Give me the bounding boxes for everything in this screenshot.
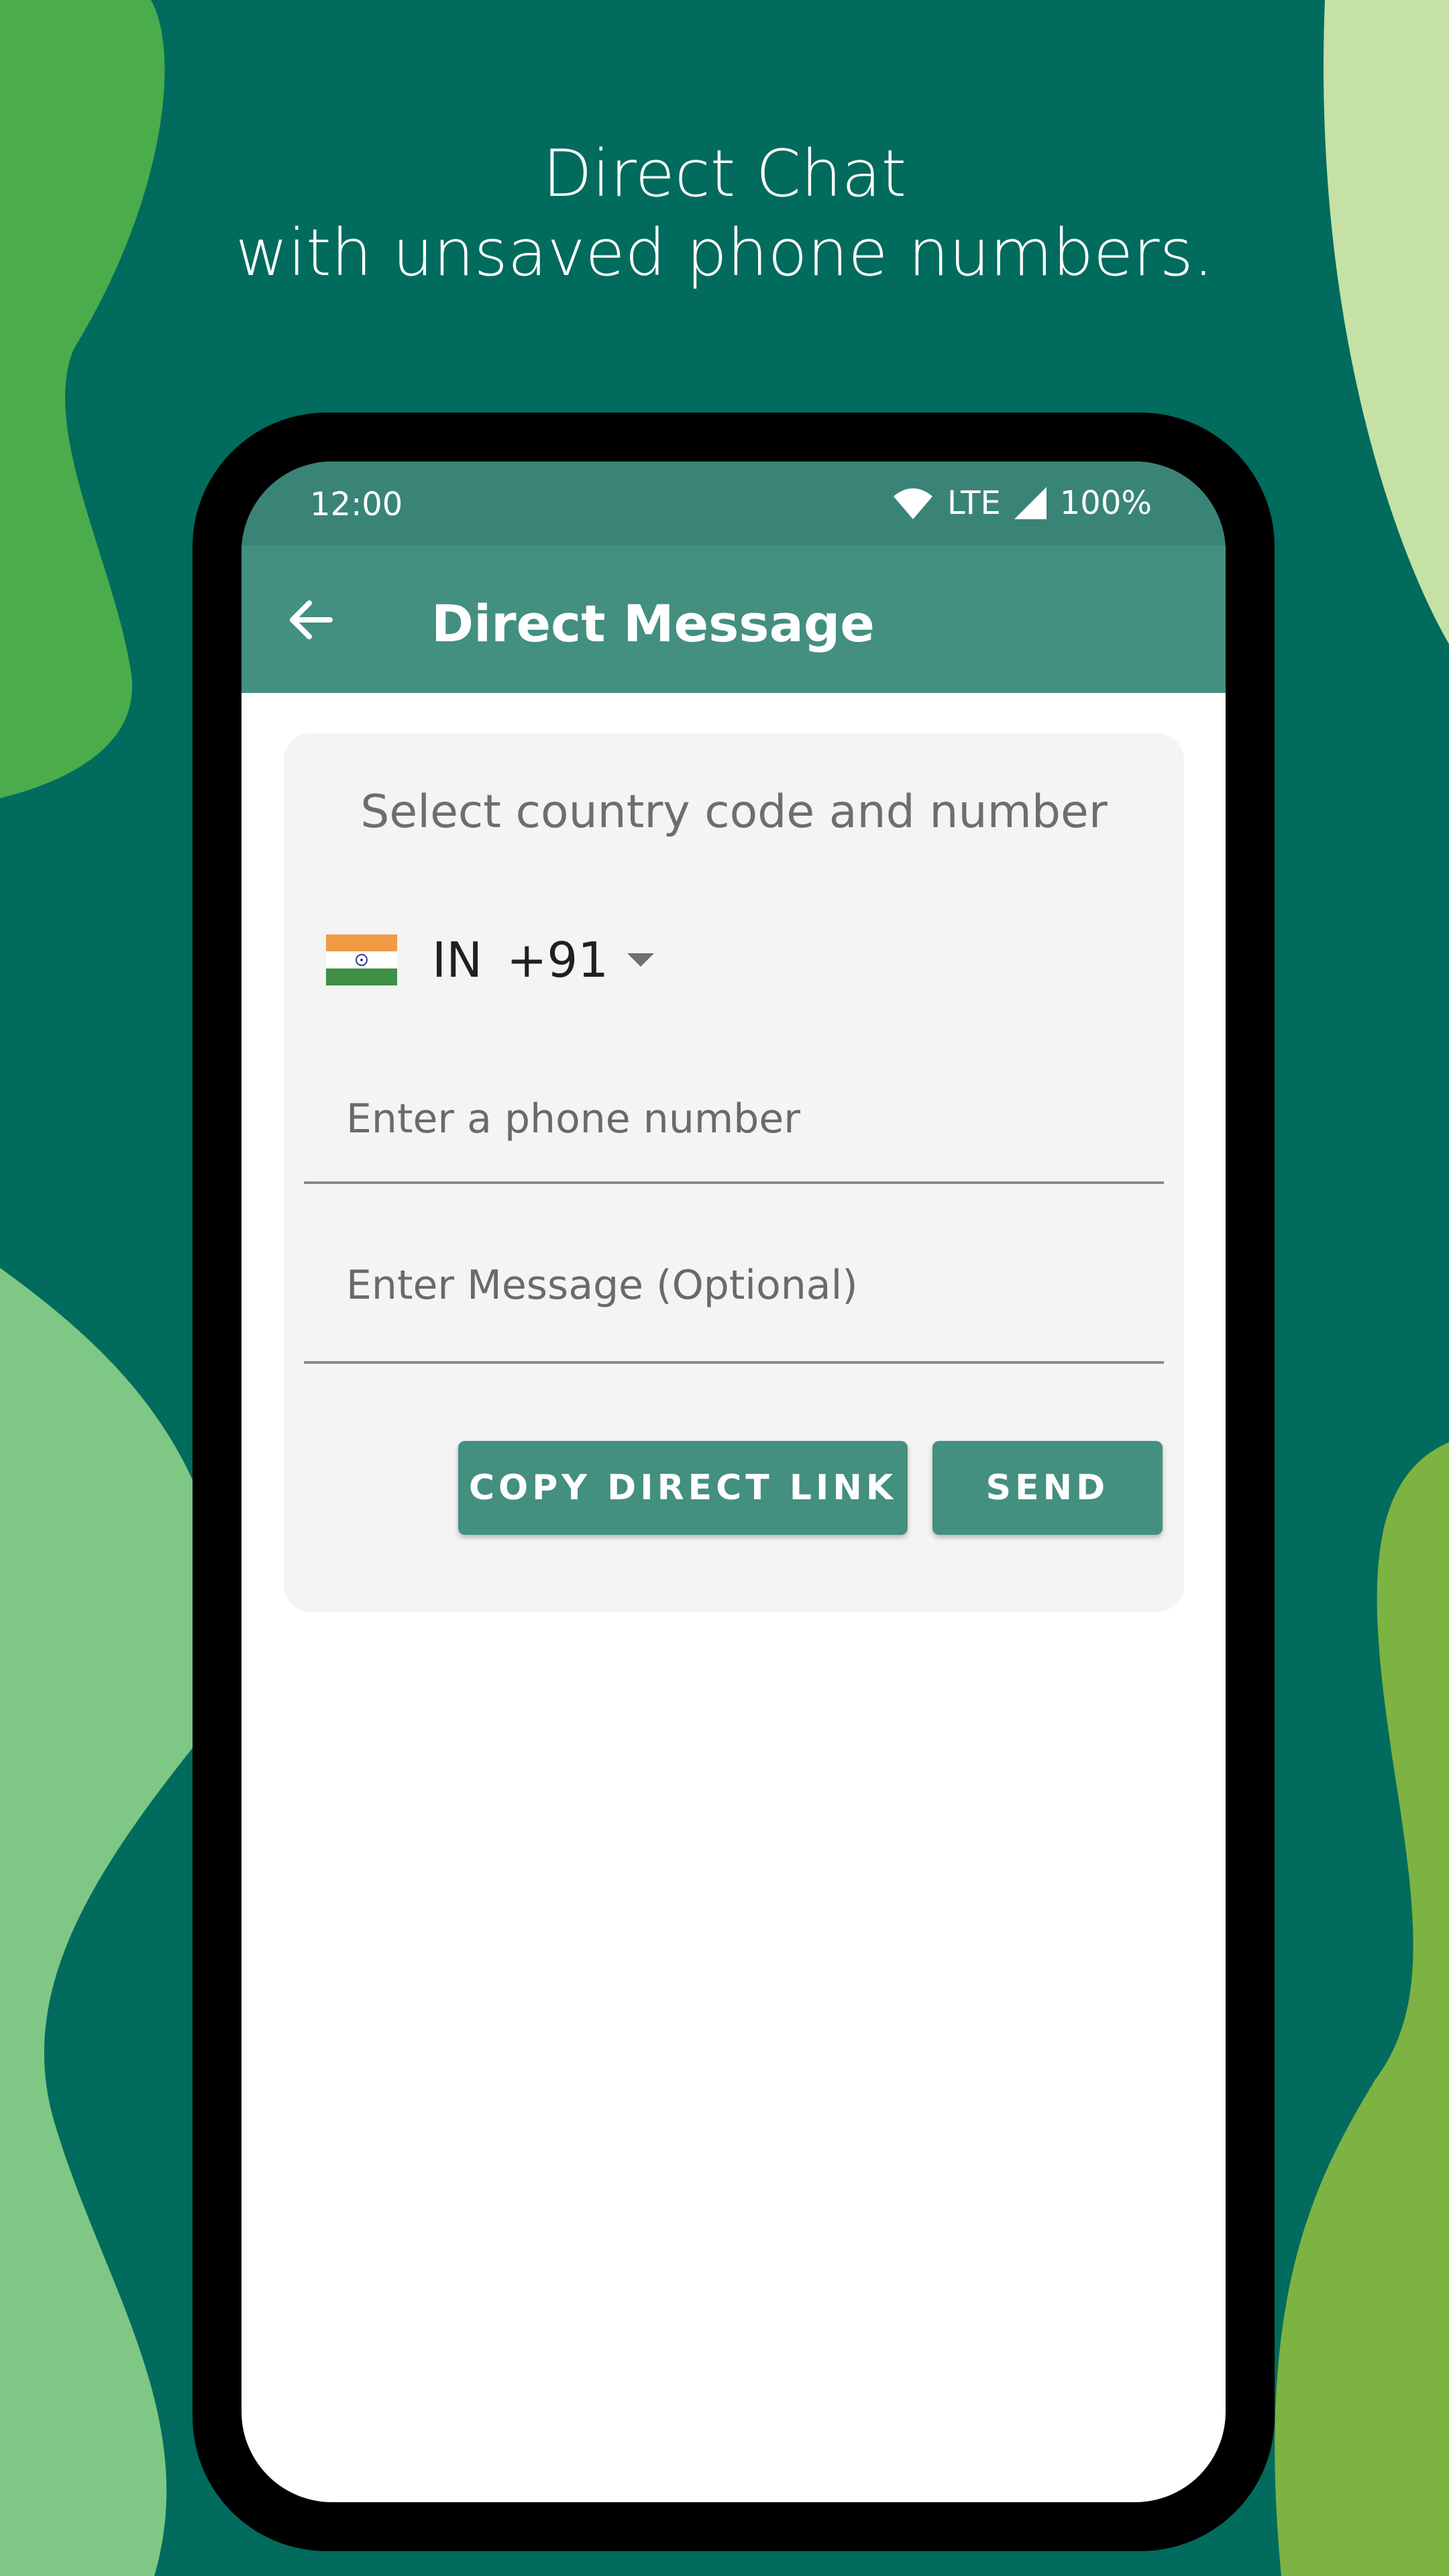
blob-top-right <box>1324 0 1449 644</box>
message-underline <box>304 1361 1164 1364</box>
status-right: LTE 100% <box>892 484 1152 522</box>
message-field[interactable]: Enter Message (Optional) <box>304 1230 1164 1364</box>
status-time: 12:00 <box>310 486 403 523</box>
phone-number-placeholder: Enter a phone number <box>346 1095 800 1142</box>
signal-icon <box>1014 487 1046 519</box>
status-bar: 12:00 LTE 100% <box>241 462 1226 545</box>
card-heading: Select country code and number <box>360 786 1108 839</box>
headline: Direct Chat with unsaved phone numbers. <box>0 134 1449 292</box>
message-placeholder: Enter Message (Optional) <box>346 1262 858 1309</box>
chevron-down-icon <box>627 953 655 967</box>
arrow-left-icon[interactable] <box>287 596 334 643</box>
country-picker[interactable]: IN +91 <box>326 932 655 988</box>
phone-frame: 12:00 LTE 100% Direct Message Select cou… <box>193 413 1275 2551</box>
india-flag-icon <box>326 934 397 985</box>
dial-code: +91 <box>506 932 609 988</box>
app-title: Direct Message <box>431 594 875 653</box>
direct-message-card: Select country code and number IN +91 En… <box>284 733 1184 1612</box>
phone-screen: 12:00 LTE 100% Direct Message Select cou… <box>241 462 1226 2502</box>
battery-label: 100% <box>1059 484 1152 522</box>
wifi-icon <box>893 488 932 519</box>
phone-number-underline <box>304 1181 1164 1184</box>
headline-line-2: with unsaved phone numbers. <box>235 215 1214 290</box>
phone-number-field[interactable]: Enter a phone number <box>304 1069 1164 1189</box>
blob-bottom-right <box>1275 1442 1449 2576</box>
send-button[interactable]: SEND <box>932 1441 1163 1535</box>
copy-direct-link-button[interactable]: COPY DIRECT LINK <box>458 1441 908 1535</box>
app-bar: Direct Message <box>241 545 1226 693</box>
blob-top-left <box>0 0 165 798</box>
country-code: IN <box>432 932 483 988</box>
network-label: LTE <box>947 484 1001 522</box>
headline-line-1: Direct Chat <box>542 136 907 211</box>
